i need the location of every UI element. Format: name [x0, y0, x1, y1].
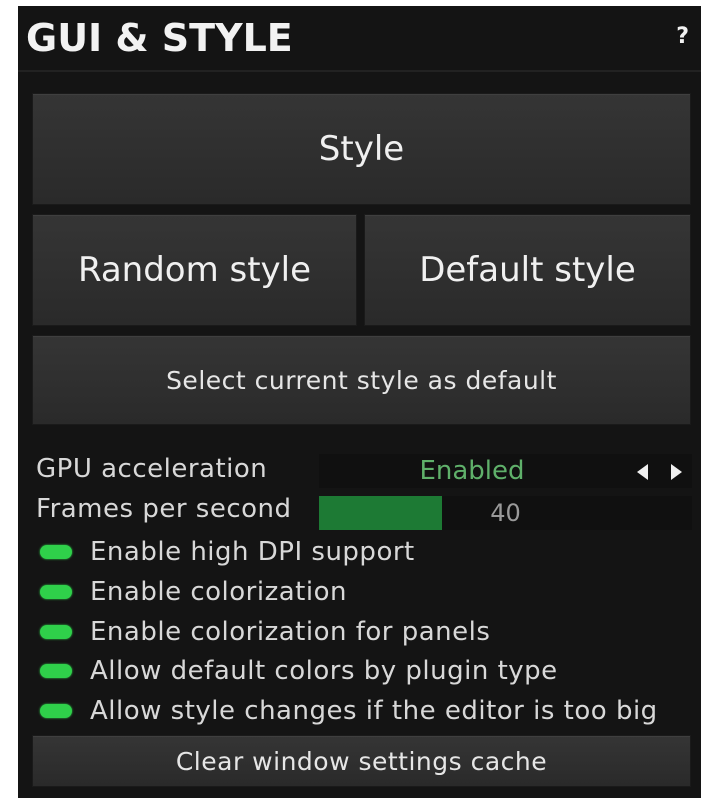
help-button[interactable]: ? — [676, 24, 689, 50]
gpu-acceleration-value[interactable]: Enabled — [319, 454, 625, 488]
option-allow-default-colors-by-plugin-type[interactable]: Allow default colors by plugin type — [40, 654, 558, 688]
arrow-right-icon[interactable] — [671, 464, 682, 480]
option-enable-high-dpi-support[interactable]: Enable high DPI support — [40, 535, 415, 569]
led-toggle-icon[interactable] — [40, 625, 72, 639]
default-style-button[interactable]: Default style — [364, 214, 691, 326]
option-enable-colorization[interactable]: Enable colorization — [40, 575, 347, 609]
random-style-button[interactable]: Random style — [32, 214, 357, 326]
arrow-left-icon[interactable] — [637, 464, 648, 480]
frames-per-second-value: 40 — [490, 499, 521, 527]
option-label: Enable colorization for panels — [90, 617, 491, 647]
option-label: Enable colorization — [90, 577, 347, 607]
option-label: Enable high DPI support — [90, 537, 415, 567]
option-enable-colorization-for-panels[interactable]: Enable colorization for panels — [40, 615, 490, 649]
led-toggle-icon[interactable] — [40, 545, 72, 559]
panel-title: GUI & STYLE — [26, 16, 293, 60]
led-toggle-icon[interactable] — [40, 585, 72, 599]
gui-style-panel: GUI & STYLE ? Style Random style Default… — [18, 6, 701, 798]
header-divider — [18, 70, 701, 72]
gpu-acceleration-selector[interactable]: Enabled — [319, 454, 692, 488]
led-toggle-icon[interactable] — [40, 664, 72, 678]
clear-window-settings-cache-button[interactable]: Clear window settings cache — [32, 735, 691, 787]
option-label: Allow style changes if the editor is too… — [90, 696, 658, 726]
panel-header: GUI & STYLE ? — [18, 6, 701, 70]
led-toggle-icon[interactable] — [40, 704, 72, 718]
option-label: Allow default colors by plugin type — [90, 656, 558, 686]
frames-per-second-slider[interactable]: 40 — [319, 496, 692, 530]
style-button[interactable]: Style — [32, 93, 691, 205]
select-current-style-as-default-button[interactable]: Select current style as default — [32, 335, 691, 425]
frames-per-second-label: Frames per second — [36, 494, 292, 524]
gpu-acceleration-label: GPU acceleration — [36, 454, 268, 484]
option-allow-style-changes-if-editor-too-big[interactable]: Allow style changes if the editor is too… — [40, 694, 658, 728]
